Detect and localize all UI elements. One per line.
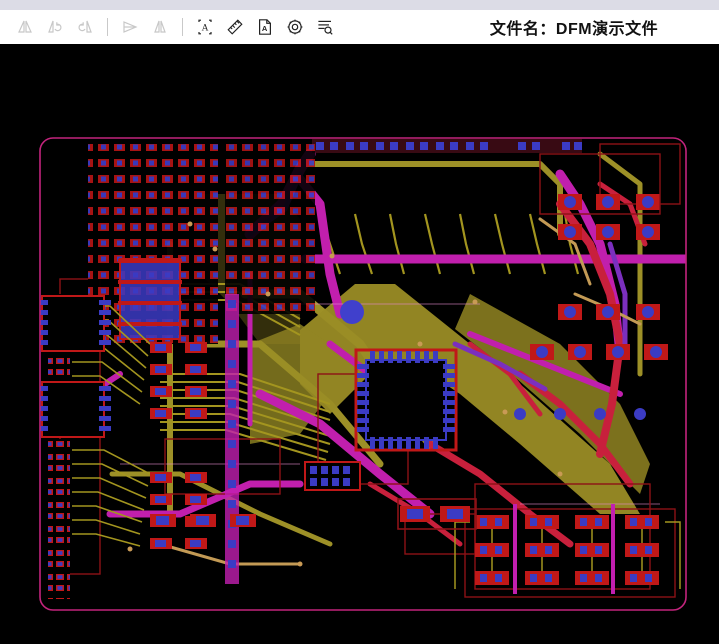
pcb-gerber-render: RPI test xyxy=(0,44,719,644)
window-top-strip xyxy=(0,0,719,10)
pcb-board: RPI test xyxy=(0,44,719,644)
center-qfp-chip xyxy=(356,350,456,450)
text-tool-icon[interactable]: A xyxy=(190,13,220,41)
svg-text:A: A xyxy=(262,24,268,33)
rotate-ccw-icon[interactable] xyxy=(40,13,70,41)
toolbar-separator-2 xyxy=(182,18,183,36)
page-title: 文件名：DFM演示文件 xyxy=(429,10,719,44)
pdf-export-icon[interactable]: A xyxy=(250,13,280,41)
list-search-icon[interactable] xyxy=(310,13,340,41)
gerber-canvas[interactable]: Gerber图 骨架线框 2D仿真图 3D仿真图 xyxy=(0,44,719,644)
gerber-viewer-window: A A xyxy=(0,0,719,644)
soic-package-2 xyxy=(36,382,111,437)
left-smd-array xyxy=(88,144,315,344)
toolbar-left-group: A A xyxy=(0,13,340,41)
toolbar: A A xyxy=(0,10,719,44)
small-qfn xyxy=(305,462,360,490)
rotate-flip-left-icon[interactable] xyxy=(10,13,40,41)
toolbar-separator-1 xyxy=(107,18,108,36)
rotate-cw-icon[interactable] xyxy=(70,13,100,41)
ruler-icon[interactable] xyxy=(220,13,250,41)
mirror-horizontal-icon[interactable] xyxy=(115,13,145,41)
mirror-vertical-icon[interactable] xyxy=(145,13,175,41)
svg-text:A: A xyxy=(202,24,209,34)
gear-icon[interactable] xyxy=(280,13,310,41)
soic-package-1 xyxy=(36,296,111,351)
